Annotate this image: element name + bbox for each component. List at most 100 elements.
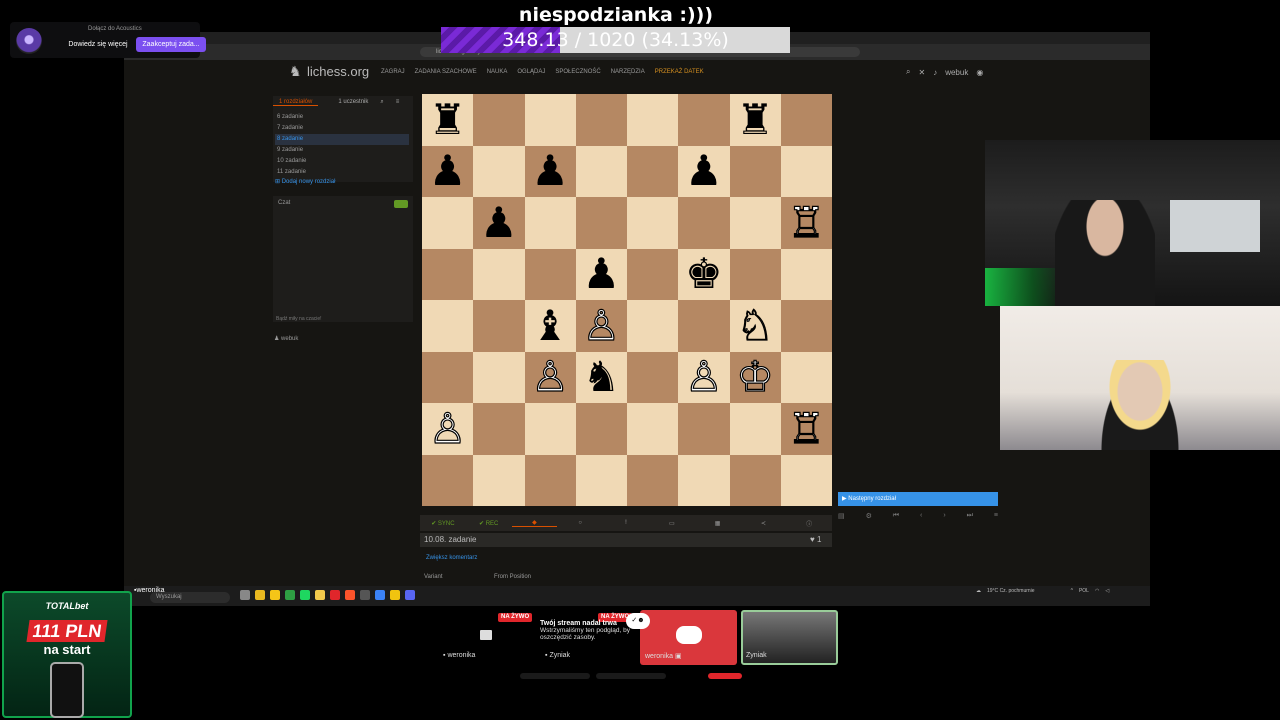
white-knight-piece[interactable]: ♘	[736, 304, 775, 347]
board-square[interactable]: ♘	[729, 300, 781, 352]
board-square[interactable]	[575, 145, 627, 197]
black-rook-piece[interactable]: ♜	[429, 98, 467, 141]
list-item[interactable]: 7 zadanie	[275, 123, 409, 134]
board-square[interactable]: ♜	[422, 94, 474, 146]
board-square[interactable]	[473, 403, 525, 455]
chess-board[interactable]: ♜ ♜ ♟ ♟ ♟ ♟ ♖ ♟ ♚ ♝ ♙ ♘ ♙ ♞ ♙ ♔ ♙ ♖	[422, 94, 832, 506]
next-move-icon[interactable]: ›	[943, 512, 945, 522]
board-square[interactable]: ♔	[729, 351, 781, 403]
list-item[interactable]: 6 zadanie	[275, 112, 409, 123]
white-pawn-piece[interactable]: ♙	[684, 355, 723, 398]
more-icon[interactable]: ✓☻	[626, 613, 650, 629]
black-bishop-piece[interactable]: ♝	[531, 304, 569, 347]
board-square[interactable]	[678, 94, 730, 146]
board-square[interactable]	[422, 197, 474, 249]
black-rook-piece[interactable]: ♜	[736, 98, 774, 141]
black-knight-piece[interactable]: ♞	[583, 356, 621, 398]
lang-indicator[interactable]: POL	[1079, 588, 1089, 594]
nav-community[interactable]: SPOŁECZNOŚĆ	[555, 69, 600, 75]
board-square[interactable]	[473, 248, 525, 300]
nav-donate[interactable]: PRZEKAŻ DATEK	[655, 69, 704, 75]
engine-icon[interactable]: ⚙	[866, 512, 872, 522]
board-square[interactable]: ♙	[678, 351, 730, 403]
task-view-icon[interactable]	[240, 590, 250, 600]
board-square[interactable]	[627, 300, 679, 352]
leave-button[interactable]	[708, 673, 742, 679]
book-icon[interactable]: ▤	[838, 512, 845, 522]
weather-text[interactable]: 19°C Cz. pochmurnie	[987, 588, 1035, 594]
board-square[interactable]: ♚	[678, 248, 730, 300]
black-king-piece[interactable]: ♚	[685, 253, 723, 295]
board-square[interactable]: ♙	[575, 300, 627, 352]
board-square[interactable]	[524, 197, 576, 249]
board-square[interactable]: ♟	[678, 145, 730, 197]
board-square[interactable]	[780, 351, 832, 403]
board-square[interactable]	[627, 94, 679, 146]
board-square[interactable]	[473, 351, 525, 403]
black-pawn-piece[interactable]: ♟	[583, 253, 621, 295]
white-rook-piece[interactable]: ♖	[787, 201, 826, 244]
list-item[interactable]: 10 zadanie	[275, 156, 409, 167]
board-square[interactable]	[422, 454, 474, 506]
app-icon[interactable]	[375, 590, 385, 600]
learn-more-button[interactable]: Dowiedz się więcej	[62, 37, 134, 52]
board-square[interactable]	[422, 248, 474, 300]
comment-link[interactable]: Zwiększ komentarz	[426, 555, 477, 561]
nav-play[interactable]: ZAGRAJ	[381, 69, 405, 75]
board-square[interactable]: ♖	[780, 403, 832, 455]
chrome-icon[interactable]	[315, 590, 325, 600]
explorer-icon[interactable]	[255, 590, 265, 600]
board-square[interactable]	[729, 145, 781, 197]
board-square[interactable]: ♞	[575, 351, 627, 403]
board-square[interactable]	[729, 248, 781, 300]
sync-toggle[interactable]: ✔ SYNC	[420, 520, 466, 527]
board-square[interactable]	[780, 248, 832, 300]
info-icon[interactable]: ⓘ	[786, 519, 832, 528]
nav-watch[interactable]: OGLĄDAJ	[517, 69, 545, 75]
board-square[interactable]	[473, 145, 525, 197]
weather-icon[interactable]: ☁	[976, 588, 981, 594]
app-icon[interactable]	[390, 590, 400, 600]
board-square[interactable]: ♝	[524, 300, 576, 352]
board-square[interactable]	[627, 454, 679, 506]
board-square[interactable]	[678, 300, 730, 352]
username[interactable]: webuk	[945, 68, 968, 77]
board-square[interactable]	[473, 300, 525, 352]
board-square[interactable]: ♙	[422, 403, 474, 455]
board-square[interactable]: ♟	[524, 145, 576, 197]
lichess-logo[interactable]: lichess.org	[307, 64, 369, 79]
tag-icon[interactable]: ◆	[511, 519, 558, 527]
like-button[interactable]: ♥ 1	[810, 535, 821, 544]
chart-icon[interactable]: ▭	[649, 520, 695, 527]
board-square[interactable]	[575, 403, 627, 455]
wifi-icon[interactable]: ◠	[1095, 588, 1099, 594]
board-square[interactable]	[627, 248, 679, 300]
bell-icon[interactable]: ♪	[933, 68, 937, 77]
board-square[interactable]	[729, 197, 781, 249]
control-pill[interactable]	[520, 673, 590, 679]
user-icon[interactable]: ◉	[976, 68, 983, 77]
brave-icon[interactable]	[345, 590, 355, 600]
board-square[interactable]: ♙	[524, 351, 576, 403]
board-square[interactable]	[524, 403, 576, 455]
board-square[interactable]	[575, 197, 627, 249]
board-square[interactable]	[575, 94, 627, 146]
board-square[interactable]	[627, 197, 679, 249]
app-icon[interactable]	[360, 590, 370, 600]
board-square[interactable]	[729, 454, 781, 506]
tab-members[interactable]: 1 uczestnik	[332, 99, 374, 105]
black-pawn-piece[interactable]: ♟	[429, 150, 467, 192]
board-square[interactable]	[729, 403, 781, 455]
white-king-piece[interactable]: ♔	[736, 355, 775, 398]
nav-tools[interactable]: NARZĘDZIA	[611, 69, 645, 75]
discord-icon[interactable]	[405, 590, 415, 600]
tab-chapters[interactable]: 1 rozdziałów	[273, 99, 319, 106]
board-square[interactable]	[422, 300, 474, 352]
nav-learn[interactable]: NAUKA	[487, 69, 508, 75]
search-icon[interactable]: ⌕	[374, 99, 389, 106]
list-item-selected[interactable]: 8 zadanie	[275, 134, 409, 145]
board-square[interactable]	[627, 145, 679, 197]
grid-icon[interactable]: ▦	[695, 520, 741, 527]
spotify-icon[interactable]	[300, 590, 310, 600]
opera-icon[interactable]	[330, 590, 340, 600]
